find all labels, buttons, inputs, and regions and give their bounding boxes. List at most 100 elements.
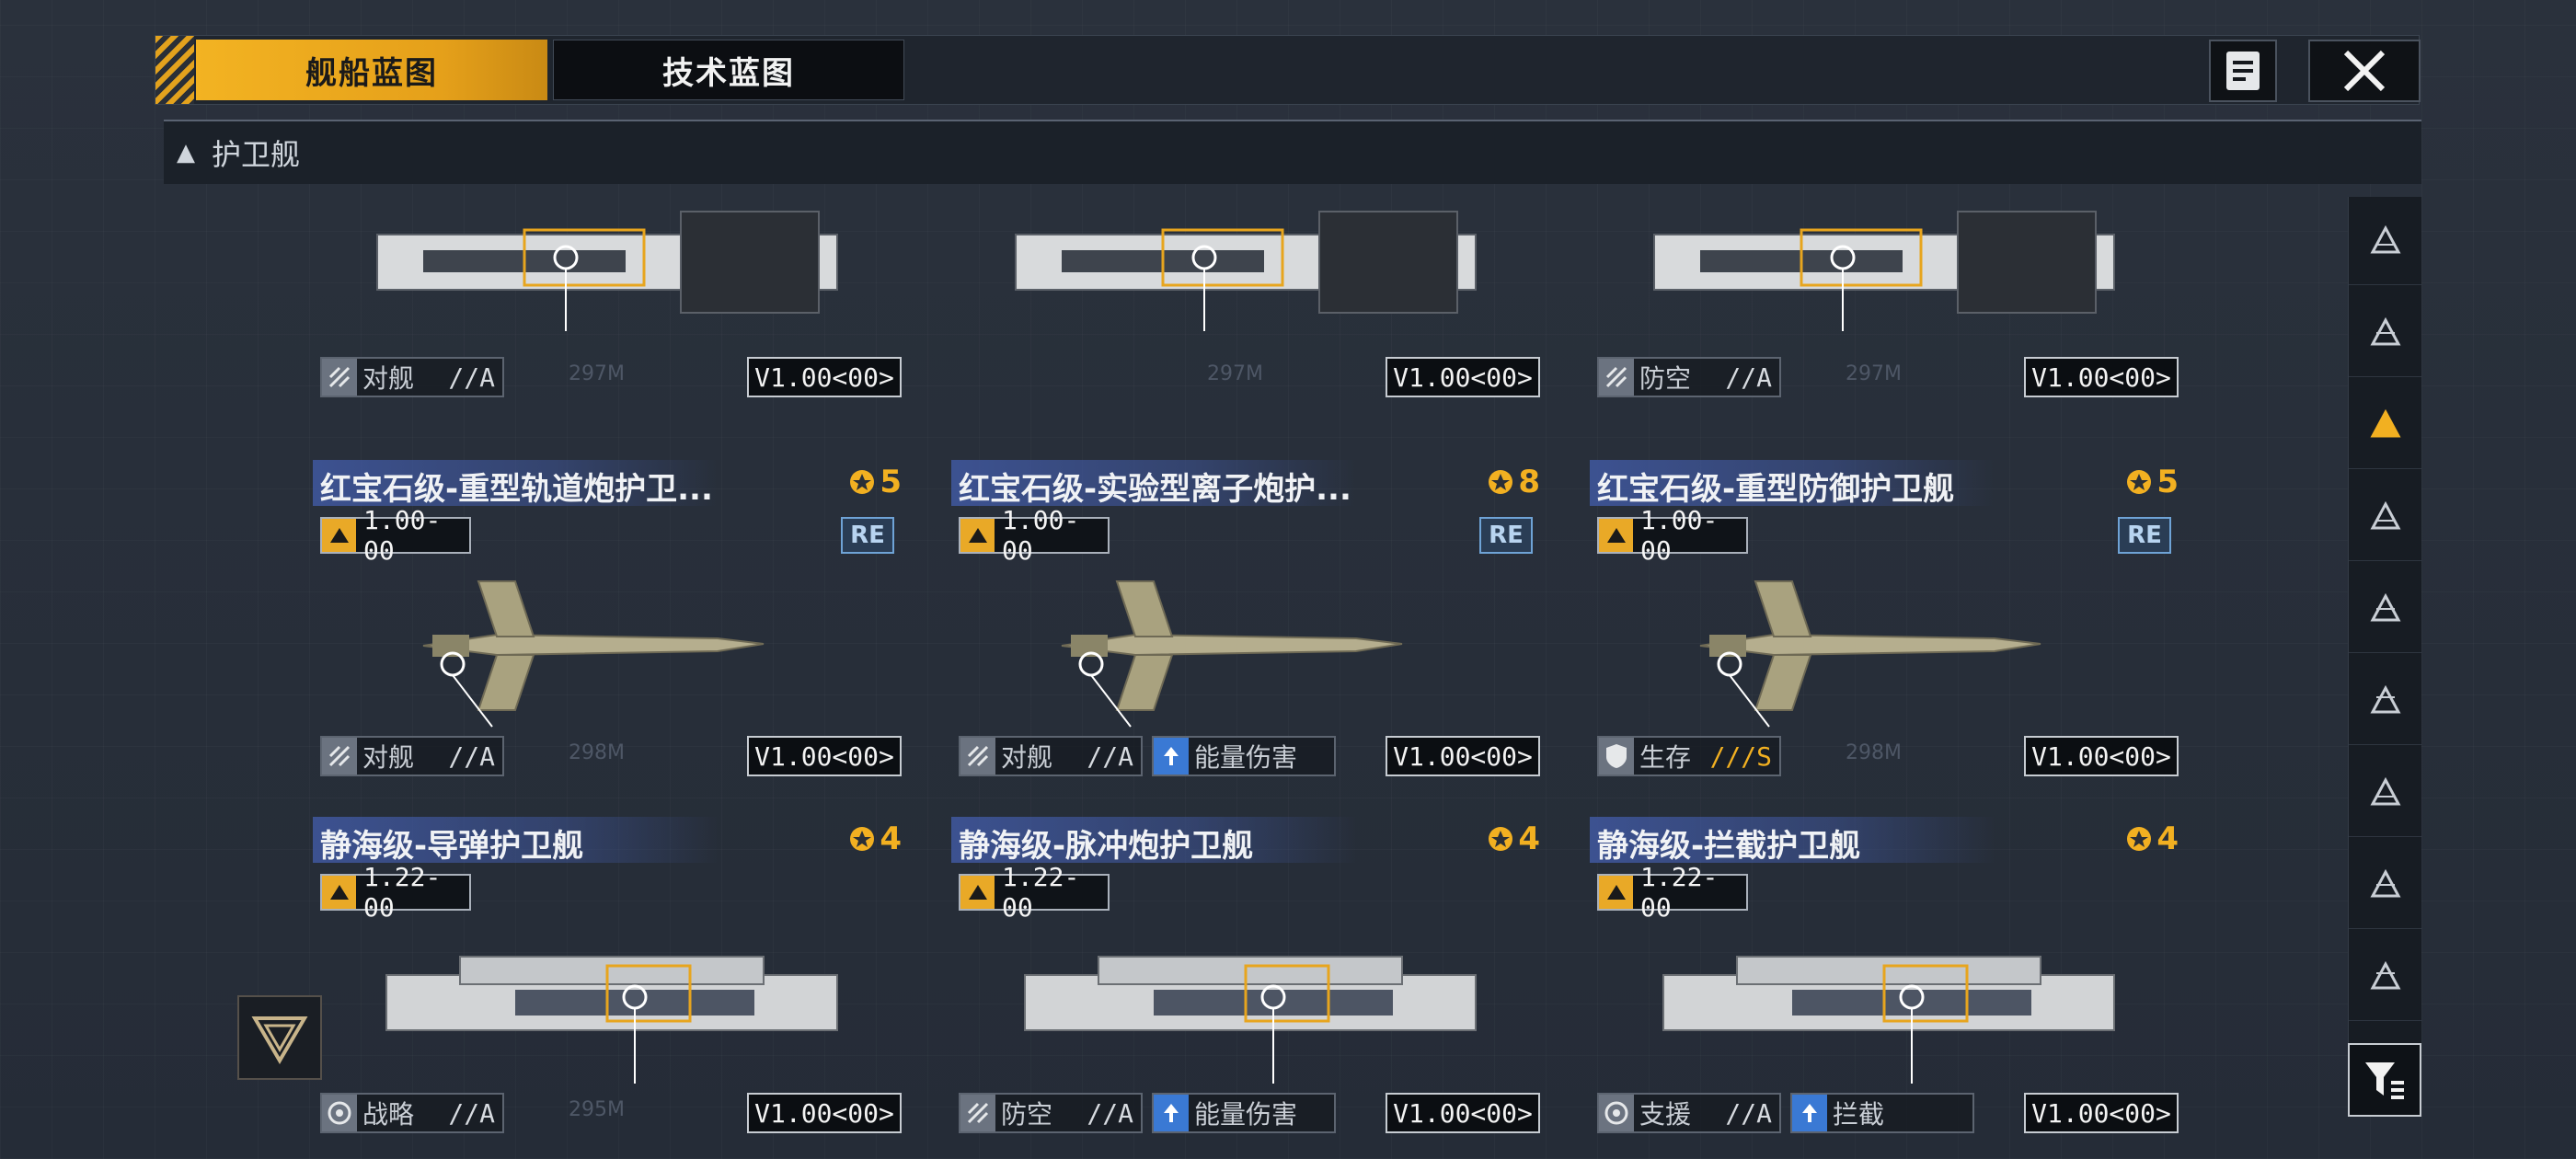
close-button[interactable]: [2308, 40, 2421, 102]
card-footer: 战略 //A 295M V1.00<00>: [320, 1093, 902, 1133]
class-icon: [960, 876, 995, 909]
role-icon: [960, 738, 995, 775]
version-label: V1.00<00>: [2024, 1093, 2179, 1133]
role-tag: 对舰 //A: [320, 357, 504, 397]
role-tag: 支援 //A: [1597, 1093, 1781, 1133]
card-title: 红宝石级-重型轨道炮护卫...: [320, 471, 713, 508]
blueprint-card[interactable]: 红宝石级-重型轨道炮护卫... 5 1.00-00 RE 对舰 //A 298M V1…: [313, 460, 902, 809]
blueprint-card[interactable]: 静海级-导弹护卫舰 4 1.22-00 战略 //A 295M V1.00<00>: [313, 817, 902, 1159]
star-count-value: 4: [1518, 820, 1540, 857]
star-count: 4: [1487, 820, 1540, 857]
blueprint-card[interactable]: 红宝石级-实验型离子炮护... 8 1.00-00 RE 对舰 //A 能量伤害 V…: [951, 460, 1540, 809]
version-label: V1.00<00>: [2024, 736, 2179, 776]
version-label: V1.00<00>: [2024, 357, 2179, 397]
card-footer: 对舰 //A 297M V1.00<00>: [320, 357, 902, 397]
gear-star-icon: [2127, 470, 2152, 494]
ship-length: 297M: [569, 362, 625, 385]
feature-tag: 拦截: [1790, 1093, 1974, 1133]
version-label: V1.00<00>: [747, 1093, 902, 1133]
tier-icon-8: [2370, 868, 2401, 897]
role-grade: //A: [448, 740, 495, 772]
hazard-stripe: [155, 36, 194, 104]
ship-length: 297M: [1846, 362, 1902, 385]
tier-icon-9[interactable]: [2349, 933, 2422, 1021]
energy-icon: [1154, 738, 1189, 775]
tier-icon-1[interactable]: [2349, 197, 2422, 285]
version-label: V1.00<00>: [1386, 357, 1540, 397]
tier-icon-7: [2370, 776, 2401, 805]
role-label: 对舰: [362, 742, 415, 773]
role-icon: [322, 359, 357, 396]
blueprint-card[interactable]: 1.00-00RE 297MV1.00<00>: [951, 184, 1540, 430]
filter-button[interactable]: [2348, 1043, 2421, 1117]
tier-icon-7[interactable]: [2349, 749, 2422, 837]
card-title: 静海级-拦截护卫舰: [1597, 828, 1861, 865]
blueprint-card[interactable]: 静海级-脉冲炮护卫舰 4 1.22-00 防空 //A 能量伤害 V1.00<00…: [951, 817, 1540, 1159]
role-tag: 对舰 //A: [320, 736, 504, 776]
energy-icon: [1154, 1095, 1189, 1131]
tab-tech-blueprints[interactable]: 技术蓝图: [553, 40, 904, 100]
floating-menu-button[interactable]: [237, 995, 322, 1080]
star-count: 8: [1487, 464, 1540, 500]
role-icon: [1599, 359, 1634, 396]
role-tag: 对舰 //A: [959, 736, 1143, 776]
ship-image: [1006, 563, 1503, 729]
tier-icon-2[interactable]: [2349, 289, 2422, 377]
card-footer: 生存 ///S 298M V1.00<00>: [1597, 736, 2179, 776]
version-text: 1.22-00: [1002, 862, 1080, 923]
role-label: 生存: [1639, 742, 1692, 773]
blueprint-card[interactable]: 1.00-00RE 对舰 //A297MV1.00<00>: [313, 184, 902, 430]
tier-icon-6[interactable]: [2349, 657, 2422, 745]
ship-length: 298M: [569, 741, 625, 764]
class-icon: [1599, 876, 1634, 909]
blueprint-card[interactable]: 1.00-00RE 防空 //A297MV1.00<00>: [1590, 184, 2179, 430]
role-icon: [322, 1095, 357, 1131]
tier-icon-4[interactable]: [2349, 473, 2422, 561]
ship-image: [1645, 563, 2142, 729]
filter-icon: [2365, 1062, 2404, 1099]
tier-icon-8[interactable]: [2349, 841, 2422, 929]
card-footer: 防空 //A 297M V1.00<00>: [1597, 357, 2179, 397]
blueprint-card[interactable]: 静海级-拦截护卫舰 4 1.22-00 支援 //A 拦截 V1.00<00>: [1590, 817, 2179, 1159]
section-header[interactable]: ▲ 护卫舰: [164, 120, 2421, 184]
card-title: 静海级-脉冲炮护卫舰: [959, 828, 1254, 865]
role-grade: //A: [448, 361, 495, 393]
star-count: 5: [848, 464, 902, 500]
tier-icon-5[interactable]: [2349, 565, 2422, 653]
frigate-icon: [2370, 408, 2401, 437]
document-icon: [2226, 52, 2260, 90]
role-icon: [1599, 738, 1634, 775]
version-label: V1.00<00>: [1386, 1093, 1540, 1133]
card-footer: 297M V1.00<00>: [959, 357, 1540, 397]
list-button[interactable]: [2209, 40, 2277, 102]
feature-label: 能量伤害: [1194, 742, 1298, 773]
role-label: 战略: [362, 1099, 415, 1130]
blueprint-grid: 1.00-00RE 对舰 //A297MV1.00<00> 1.00-00RE …: [313, 184, 2190, 1159]
blueprint-card[interactable]: 红宝石级-重型防御护卫舰 5 1.00-00 RE 生存 ///S 298M V1.0…: [1590, 460, 2179, 809]
tier-icon-5: [2370, 592, 2401, 621]
role-grade: //A: [1087, 1097, 1133, 1129]
star-count-value: 5: [2156, 464, 2179, 500]
tier-icon-4: [2370, 500, 2401, 529]
version-box: 1.00-00: [1597, 505, 1748, 566]
star-count: 4: [2125, 820, 2179, 857]
ship-image: [368, 920, 865, 1085]
version-box: 1.22-00: [320, 862, 471, 923]
version-label: V1.00<00>: [1386, 736, 1540, 776]
card-title: 红宝石级-实验型离子炮护...: [959, 471, 1351, 508]
star-count-value: 4: [880, 820, 902, 857]
role-tag: 防空 //A: [959, 1093, 1143, 1133]
role-label: 支援: [1639, 1099, 1692, 1130]
version-box: 1.00-00: [959, 505, 1110, 566]
card-title: 红宝石级-重型防御护卫舰: [1597, 471, 1955, 508]
version-text: 1.22-00: [363, 862, 442, 923]
version-box: 1.22-00: [959, 862, 1110, 923]
gear-star-icon: [850, 470, 875, 494]
star-count-value: 4: [2156, 820, 2179, 857]
class-icon: [960, 519, 995, 552]
re-badge: RE: [1479, 517, 1533, 554]
class-icon: [322, 876, 357, 909]
frigate-icon[interactable]: [2349, 381, 2422, 469]
star-count: 4: [848, 820, 902, 857]
tab-ship-blueprints[interactable]: 舰船蓝图: [196, 40, 547, 100]
